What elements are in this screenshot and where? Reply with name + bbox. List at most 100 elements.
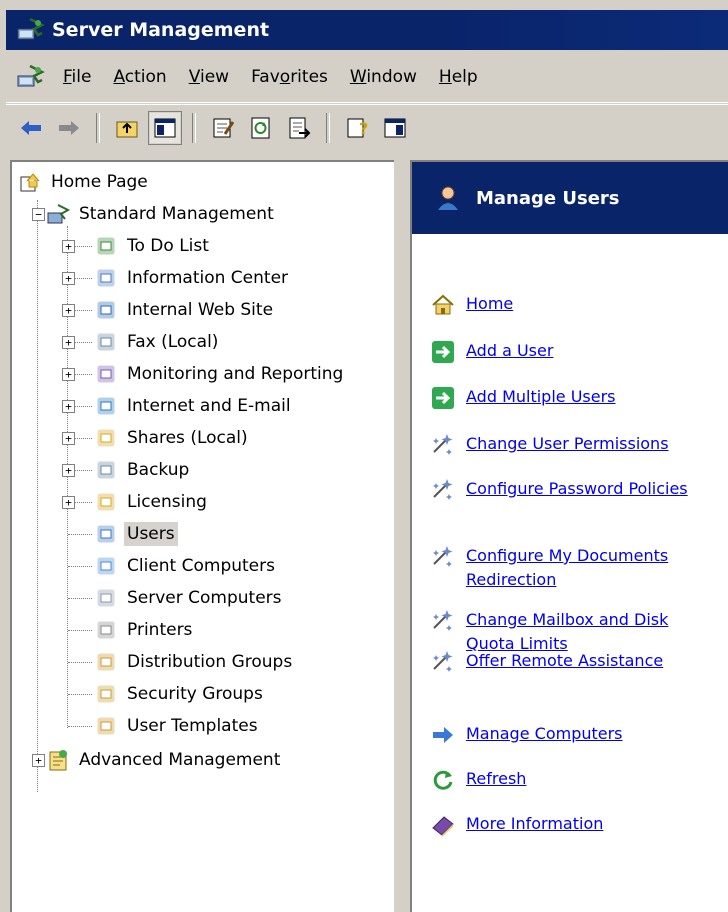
tree-item-shares[interactable]: Shares (Local) (94, 424, 251, 452)
tree-item-users[interactable]: Users (94, 520, 178, 548)
tree-connector (68, 726, 92, 727)
tree-item-backup[interactable]: Backup (94, 456, 192, 484)
tree-item-label: Advanced Management (79, 750, 281, 770)
tree-connector (37, 200, 38, 792)
system-menu-icon[interactable] (16, 62, 46, 92)
menu-help[interactable]: Help (428, 67, 489, 87)
tree-item-label: Internal Web Site (127, 300, 274, 320)
expand-information-center[interactable]: + (62, 272, 75, 285)
task-link[interactable]: Add a User (466, 339, 553, 363)
tree-item-information-center[interactable]: Information Center (94, 264, 291, 292)
internal-web-site-icon (94, 298, 118, 322)
tree-item-internet-email[interactable]: Internet and E-mail (94, 392, 294, 420)
user-templates-icon (94, 714, 118, 738)
tree-item-distribution-groups[interactable]: Distribution Groups (94, 648, 295, 676)
export-list-button[interactable] (284, 113, 314, 143)
tree-item-label: Licensing (127, 492, 207, 512)
internet-email-icon (94, 394, 118, 418)
menu-favorites[interactable]: Favorites (240, 67, 339, 87)
task-link[interactable]: Home (466, 292, 513, 316)
expand-internal-web-site[interactable]: + (62, 304, 75, 317)
tree-item-label: Client Computers (127, 556, 275, 576)
taskpad-pane: Manage Users Home Add a User Add Multiple … (410, 160, 728, 912)
show-hide-action-pane-icon (384, 118, 406, 138)
tree-connector (68, 662, 92, 663)
expand-to-do-list[interactable]: + (62, 240, 75, 253)
menu-action[interactable]: Action (102, 67, 177, 87)
task-add-a-user[interactable]: Add a User (430, 339, 553, 365)
tree-item-label: Server Computers (127, 588, 282, 608)
tree-item-label: Home Page (51, 172, 148, 192)
up-one-level-button[interactable] (112, 113, 142, 143)
tree-item-label: User Templates (127, 716, 258, 736)
expand-fax[interactable]: + (62, 336, 75, 349)
tree-item-server-computers[interactable]: Server Computers (94, 584, 285, 612)
task-link[interactable]: Configure My Documents Redirection (466, 544, 706, 592)
task-link[interactable]: Manage Computers (466, 722, 623, 746)
task-more-information[interactable]: More Information (430, 812, 603, 838)
task-configure-my-documents-redirection[interactable]: Configure My Documents Redirection (430, 544, 706, 592)
task-link[interactable]: Refresh (466, 767, 526, 791)
tree-item-client-computers[interactable]: Client Computers (94, 552, 278, 580)
task-link[interactable]: Add Multiple Users (466, 385, 616, 409)
server-computers-icon (94, 586, 118, 610)
wizard-icon (430, 544, 456, 570)
expand-backup[interactable]: + (62, 464, 75, 477)
tree-item-label: Information Center (127, 268, 289, 288)
expand-licensing[interactable]: + (62, 496, 75, 509)
task-add-multiple-users[interactable]: Add Multiple Users (430, 385, 616, 411)
task-refresh[interactable]: Refresh (430, 767, 526, 793)
home-icon (430, 292, 456, 318)
fax-icon (94, 330, 118, 354)
task-link[interactable]: Configure Password Policies (466, 477, 706, 501)
tree-item-printers[interactable]: Printers (94, 616, 195, 644)
tree-item-licensing[interactable]: Licensing (94, 488, 210, 516)
expand-internet-email[interactable]: + (62, 400, 75, 413)
tree-item-to-do-list[interactable]: To Do List (94, 232, 212, 260)
help-button[interactable]: ? (342, 113, 372, 143)
menu-view[interactable]: View (178, 67, 240, 87)
tree-item-monitoring-reporting[interactable]: Monitoring and Reporting (94, 360, 346, 388)
collapse-standard-management[interactable]: − (32, 208, 45, 221)
tree-item-fax[interactable]: Fax (Local) (94, 328, 221, 356)
tree-item-internal-web-site[interactable]: Internal Web Site (94, 296, 276, 324)
licensing-icon (94, 490, 118, 514)
tree-connector (68, 534, 92, 535)
toolbar-separator (326, 113, 330, 143)
task-link[interactable]: Offer Remote Assistance (466, 649, 663, 673)
toolbar-separator (96, 113, 100, 143)
task-manage-computers[interactable]: Manage Computers (430, 722, 623, 748)
task-link[interactable]: More Information (466, 812, 603, 836)
menu-file[interactable]: File (52, 67, 102, 87)
back-button[interactable] (16, 113, 46, 143)
up-one-level-icon (116, 121, 138, 138)
tree-item-security-groups[interactable]: Security Groups (94, 680, 266, 708)
task-configure-password-policies[interactable]: Configure Password Policies (430, 477, 706, 503)
tree-item-label: To Do List (127, 236, 209, 256)
tree-item-label: Monitoring and Reporting (127, 364, 344, 384)
back-arrow-icon (21, 121, 41, 135)
task-home[interactable]: Home (430, 292, 513, 318)
task-change-user-permissions[interactable]: Change User Permissions (430, 432, 669, 458)
tree-item-advanced-management[interactable]: Advanced Management (46, 746, 283, 774)
expand-monitoring-reporting[interactable]: + (62, 368, 75, 381)
expand-shares[interactable]: + (62, 432, 75, 445)
expand-advanced-management[interactable]: + (32, 754, 45, 767)
refresh-icon (430, 767, 456, 793)
tree-item-user-templates[interactable]: User Templates (94, 712, 261, 740)
task-link[interactable]: Change User Permissions (466, 432, 669, 456)
refresh-button[interactable] (246, 113, 276, 143)
properties-button[interactable] (208, 113, 238, 143)
forward-arrow-icon (59, 121, 79, 135)
toolbar: ? (6, 104, 728, 151)
forward-button[interactable] (54, 113, 84, 143)
show-hide-action-pane-button[interactable] (380, 113, 410, 143)
tree-item-label: Printers (127, 620, 193, 640)
tree-item-standard-management[interactable]: Standard Management (46, 200, 277, 228)
tree-item-home-page[interactable]: Home Page (18, 168, 151, 196)
menu-window[interactable]: Window (339, 67, 428, 87)
show-hide-tree-button[interactable] (148, 111, 182, 145)
refresh-icon (251, 117, 270, 139)
task-offer-remote-assistance[interactable]: Offer Remote Assistance (430, 649, 663, 675)
console-tree[interactable]: Home Page − Standard Management + To Do L… (10, 160, 394, 912)
